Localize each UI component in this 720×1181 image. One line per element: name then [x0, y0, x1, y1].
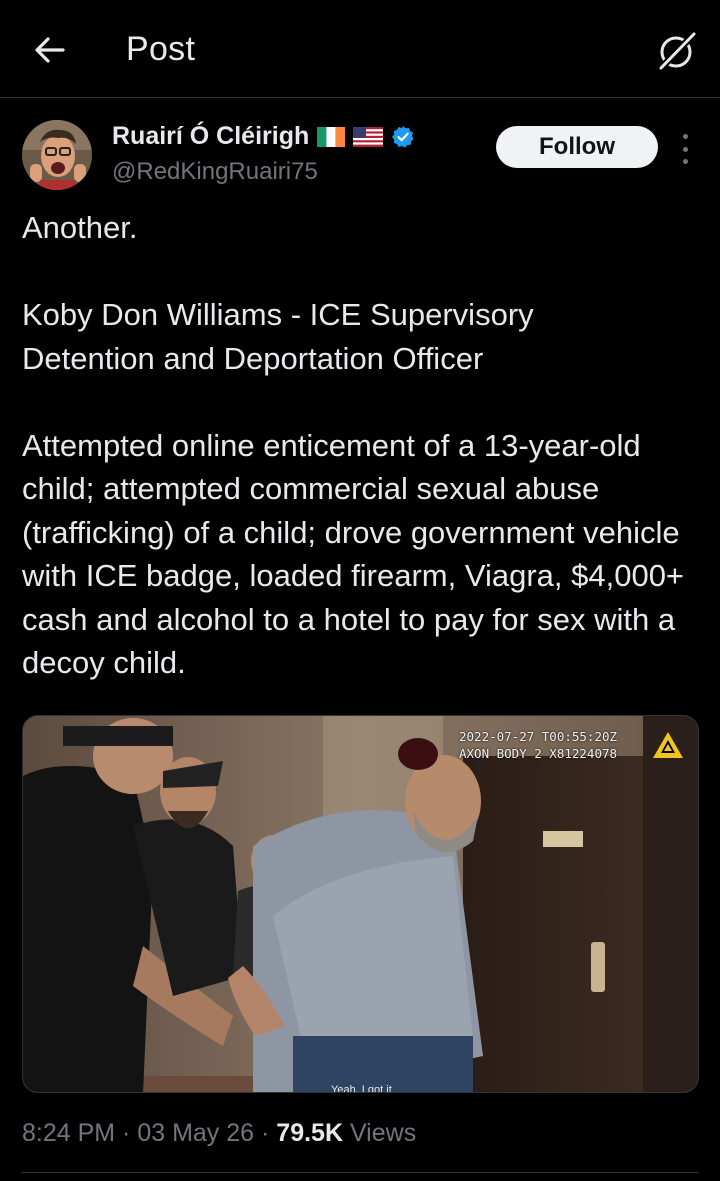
- bodycam-device-id: AXON BODY 2 X81224078: [459, 746, 618, 761]
- bodycam-datetime: 2022-07-27 T00:55:20Z: [459, 729, 618, 744]
- more-options-button[interactable]: [674, 134, 696, 164]
- tweet-paragraph-2: Koby Don Williams - ICE Supervisory Dete…: [22, 297, 534, 376]
- avatar-image: [22, 120, 92, 190]
- author-display-name[interactable]: Ruairí Ó Cléirigh: [112, 122, 309, 151]
- meta-separator: ·: [254, 1119, 277, 1147]
- views-count[interactable]: 79.5K: [276, 1119, 343, 1147]
- bodycam-timestamp: 2022-07-27 T00:55:20Z AXON BODY 2 X81224…: [459, 728, 617, 762]
- grok-button[interactable]: [656, 30, 698, 72]
- page-title: Post: [126, 30, 196, 68]
- divider: [22, 1172, 698, 1173]
- tweet-media-image[interactable]: 2022-07-27 T00:55:20Z AXON BODY 2 X81224…: [22, 715, 699, 1093]
- flag-usa-icon: [353, 126, 384, 147]
- post-time[interactable]: 8:24 PM: [22, 1119, 115, 1147]
- post-meta: 8:24 PM · 03 May 26 · 79.5K Views: [22, 1119, 416, 1148]
- bodycam-photo: [23, 716, 698, 1092]
- post-date[interactable]: 03 May 26: [137, 1119, 254, 1147]
- grok-icon: [659, 32, 696, 70]
- tweet-text: Another. Koby Don Williams - ICE Supervi…: [22, 206, 702, 685]
- bodycam-caption: Yeah, I got it: [331, 1084, 392, 1093]
- author-handle[interactable]: @RedKingRuairi75: [112, 158, 318, 186]
- follow-button[interactable]: Follow: [496, 126, 658, 168]
- back-button[interactable]: [30, 30, 70, 70]
- verified-badge-icon: [392, 125, 414, 148]
- top-bar: Post: [0, 0, 720, 98]
- arrow-left-icon: [35, 37, 65, 63]
- avatar[interactable]: [22, 120, 92, 190]
- meta-separator: ·: [115, 1119, 138, 1147]
- flag-ireland-icon: [317, 126, 346, 147]
- more-vertical-icon: [682, 134, 688, 139]
- author-name-row: Ruairí Ó Cléirigh: [112, 122, 415, 151]
- axon-logo-icon: [653, 732, 683, 758]
- views-label: Views: [343, 1119, 417, 1147]
- tweet-paragraph-3: Attempted online enticement of a 13-year…: [22, 427, 685, 681]
- tweet-line-1: Another.: [22, 210, 138, 245]
